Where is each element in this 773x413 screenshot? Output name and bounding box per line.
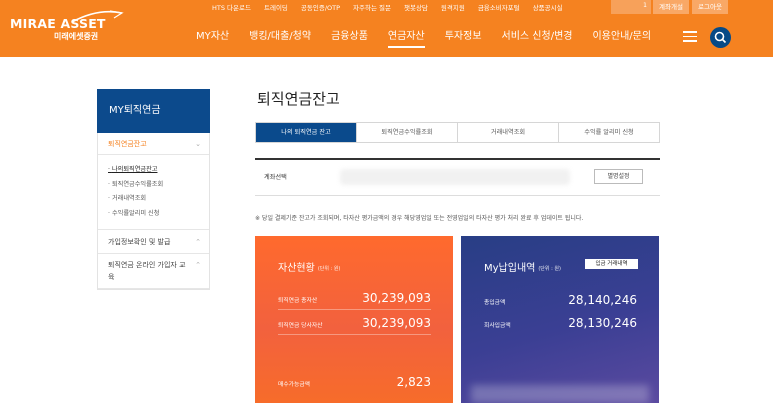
gnb-investment-info[interactable]: 투자정보 bbox=[445, 30, 482, 44]
utility-links: HTS 다운로드 트레이딩 공동인증/OTP 자주하는 질문 챗봇상담 원격지원… bbox=[212, 0, 563, 14]
account-select-row: 계좌선택 별명설정 bbox=[255, 158, 660, 196]
gnb-my-asset[interactable]: MY자산 bbox=[196, 30, 229, 44]
asset-row-buyable: 매수가능금액 2,823 bbox=[278, 375, 431, 389]
util-search-icon: 1 bbox=[643, 2, 647, 9]
lnb-sub-return[interactable]: · 퇴직연금수익률조회 bbox=[108, 178, 199, 193]
site-header: MIRAE ASSET 미래에셋증권 HTS 다운로드 트레이딩 공동인증/OT… bbox=[0, 0, 773, 57]
util-certificate-otp[interactable]: 공동인증/OTP bbox=[301, 2, 340, 12]
search-icon bbox=[714, 31, 727, 44]
chevron-down-icon: ⌄ bbox=[195, 140, 201, 148]
page-content: MY퇴직연금 퇴직연금잔고 ⌄ · 나의퇴직연금잔고 · 퇴직연금수익률조회 ·… bbox=[0, 57, 773, 413]
util-faq[interactable]: 자주하는 질문 bbox=[353, 2, 391, 12]
chevron-up-icon: ⌃ bbox=[195, 238, 201, 246]
nickname-button[interactable]: 별명설정 bbox=[594, 169, 643, 184]
account-select-dropdown[interactable] bbox=[340, 169, 570, 185]
page-title: 퇴직연금잔고 bbox=[257, 90, 340, 108]
asset-card-title: 자산현황 (단위 : 원) bbox=[278, 263, 341, 274]
lnb-sub-my-balance[interactable]: · 나의퇴직연금잔고 bbox=[108, 163, 199, 178]
gnb-banking[interactable]: 뱅킹/대출/청약 bbox=[249, 30, 311, 44]
util-hts-download[interactable]: HTS 다운로드 bbox=[212, 2, 251, 12]
left-nav: MY퇴직연금 퇴직연금잔고 ⌄ · 나의퇴직연금잔고 · 퇴직연금수익률조회 ·… bbox=[97, 89, 210, 290]
util-search-box[interactable]: 1 bbox=[611, 0, 651, 14]
util-chatbot[interactable]: 챗봇상담 bbox=[404, 2, 428, 12]
brand-subname: 미래에셋증권 bbox=[54, 32, 99, 41]
gnb-products[interactable]: 금융상품 bbox=[331, 30, 368, 44]
util-remote-support[interactable]: 원격지원 bbox=[441, 2, 465, 12]
asset-summary-card: 자산현황 (단위 : 원) 퇴직연금 총자산 30,239,093 퇴직연금 당사… bbox=[255, 236, 453, 403]
gnb-pension[interactable]: 연금자산 bbox=[387, 30, 425, 48]
gnb-service[interactable]: 서비스 신청/변경 bbox=[502, 30, 573, 44]
asset-row-in-house: 퇴직연금 당사자산 30,239,093 bbox=[278, 316, 431, 330]
lnb-sub-menu: · 나의퇴직연금잔고 · 퇴직연금수익률조회 · 거래내역조회 · 수익률알리미… bbox=[98, 155, 209, 230]
search-button[interactable] bbox=[710, 27, 731, 48]
content-tabs: 나의 퇴직연금 잔고 퇴직연금수익률조회 거래내역조회 수익률 알리미 신청 bbox=[255, 122, 660, 143]
tab-history[interactable]: 거래내역조회 bbox=[458, 123, 559, 142]
lnb-section-education[interactable]: 퇴직연금 온라인 가입자 교육 ⌃ bbox=[98, 254, 209, 289]
menu-icon[interactable] bbox=[683, 31, 697, 42]
account-select-label: 계좌선택 bbox=[264, 174, 287, 181]
payment-row-company: 회사입금액 28,130,246 bbox=[484, 316, 637, 330]
brand-logo[interactable]: MIRAE ASSET 미래에셋증권 bbox=[10, 10, 124, 44]
lnb-sub-alert[interactable]: · 수익률알리미 신청 bbox=[108, 207, 199, 222]
payment-summary-card: My납입내역 (단위 : 원) 입금 거래내역 총입금액 28,140,246 회… bbox=[461, 236, 659, 403]
brand-name: MIRAE ASSET bbox=[10, 16, 106, 31]
lnb-section-balance-label: 퇴직연금잔고 bbox=[108, 140, 147, 148]
payment-card-title: My납입내역 (단위 : 원) bbox=[484, 263, 561, 274]
global-nav: MY자산 뱅킹/대출/청약 금융상품 연금자산 투자정보 서비스 신청/변경 이… bbox=[196, 30, 671, 48]
lnb-sub-history[interactable]: · 거래내역조회 bbox=[108, 192, 199, 207]
lnb-section-subscription-info[interactable]: 가입정보확인 및 발급 ⌃ bbox=[98, 230, 209, 254]
util-product-disclosure[interactable]: 상품공시실 bbox=[533, 2, 563, 12]
left-nav-menu: 퇴직연금잔고 ⌄ · 나의퇴직연금잔고 · 퇴직연금수익률조회 · 거래내역조회… bbox=[97, 133, 210, 290]
tab-alert[interactable]: 수익률 알리미 신청 bbox=[559, 123, 659, 142]
deposit-history-button[interactable]: 입금 거래내역 bbox=[585, 259, 638, 269]
asset-row-total: 퇴직연금 총자산 30,239,093 bbox=[278, 291, 431, 305]
gnb-help[interactable]: 이용안내/문의 bbox=[592, 30, 651, 44]
chevron-up-icon: ⌃ bbox=[195, 261, 201, 269]
payment-row-total: 총입금액 28,140,246 bbox=[484, 293, 637, 307]
tab-my-balance[interactable]: 나의 퇴직연금 잔고 bbox=[256, 123, 357, 142]
balance-notice: ※ 당일 결제기준 잔고가 조회되며, 타자산 평가금액의 경우 해당영업일 또… bbox=[255, 215, 584, 222]
util-trading[interactable]: 트레이딩 bbox=[264, 2, 288, 12]
left-nav-title: MY퇴직연금 bbox=[97, 89, 210, 133]
open-account-button[interactable]: 계좌개설 bbox=[653, 0, 689, 14]
logout-button[interactable]: 로그아웃 bbox=[692, 0, 728, 14]
util-consumer-portal[interactable]: 금융소비자포털 bbox=[478, 2, 520, 12]
lnb-section-balance[interactable]: 퇴직연금잔고 ⌄ bbox=[98, 133, 209, 155]
tab-return[interactable]: 퇴직연금수익률조회 bbox=[357, 123, 458, 142]
